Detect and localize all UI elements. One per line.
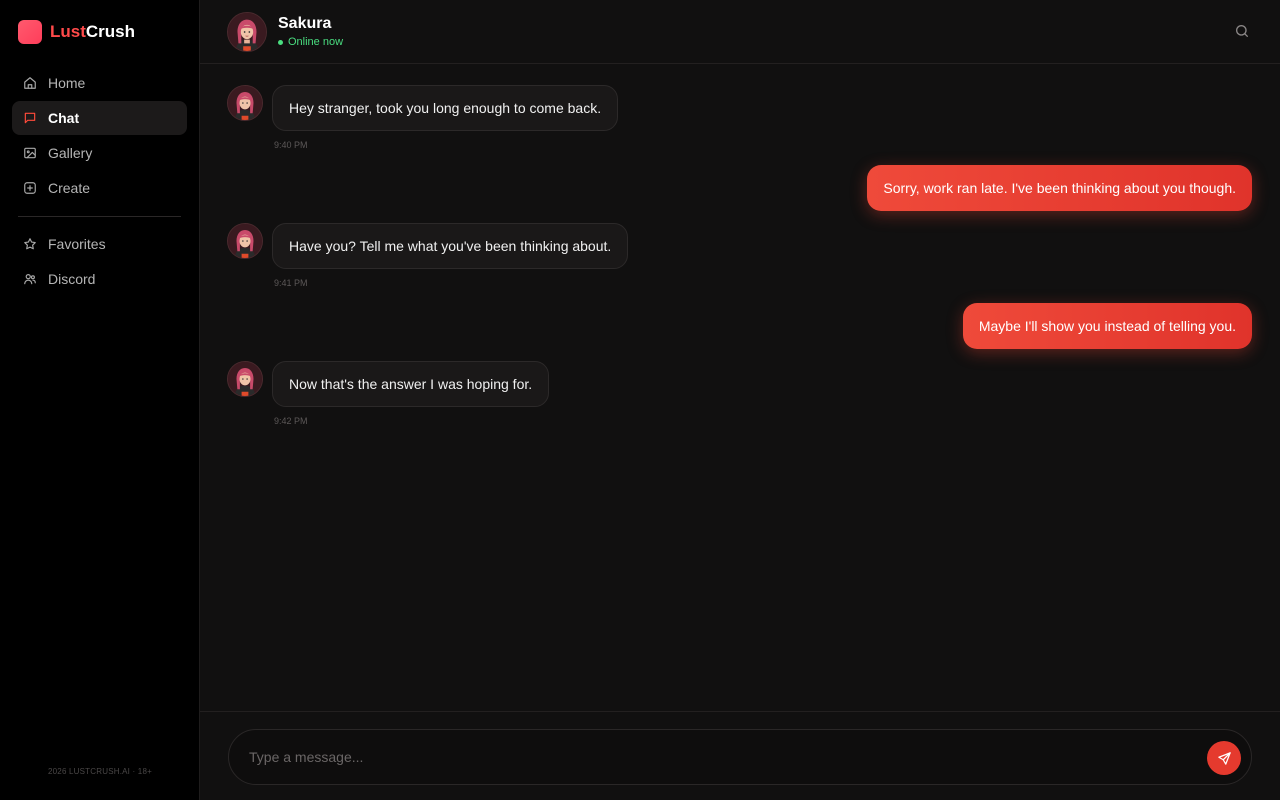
message-list[interactable]: Hey stranger, took you long enough to co… — [200, 64, 1280, 711]
composer-area — [200, 711, 1280, 800]
online-dot-icon — [278, 39, 283, 45]
sidebar: LustCrush Home Chat Gallery Create Favor… — [0, 0, 200, 800]
footer-copyright: 2026 LUSTCRUSH.AI · 18+ — [48, 767, 152, 776]
chat-icon — [23, 111, 37, 125]
brand[interactable]: LustCrush — [18, 20, 135, 44]
home-icon — [23, 76, 37, 90]
sidebar-item-chat[interactable]: Chat — [12, 101, 187, 135]
search-button[interactable] — [1234, 23, 1250, 39]
character-avatar-icon — [228, 86, 262, 120]
sidebar-item-discord[interactable]: Discord — [12, 262, 187, 296]
message-bubble: Now that's the answer I was hoping for. — [272, 361, 550, 407]
send-button[interactable] — [1207, 741, 1241, 775]
message-timestamp: 9:41 PM — [274, 278, 308, 288]
message-outgoing: Maybe I'll show you instead of telling y… — [962, 303, 1252, 349]
message-composer — [228, 729, 1252, 785]
search-icon — [1236, 25, 1248, 37]
plus-square-icon — [23, 181, 37, 195]
chat-header: Sakura Online now — [200, 0, 1280, 64]
avatar[interactable] — [227, 85, 263, 121]
sidebar-item-label: Favorites — [48, 236, 106, 252]
character-avatar-icon — [228, 224, 262, 258]
sidebar-item-label: Discord — [48, 271, 96, 287]
character-name: Sakura — [278, 15, 332, 32]
sidebar-item-favorites[interactable]: Favorites — [12, 227, 187, 261]
avatar[interactable] — [227, 12, 267, 52]
brand-logo-icon — [18, 20, 42, 44]
image-icon — [23, 146, 37, 160]
avatar[interactable] — [227, 361, 263, 397]
online-status: Online now — [278, 36, 343, 48]
sidebar-item-label: Create — [48, 180, 91, 196]
sidebar-item-label: Home — [48, 75, 86, 91]
sidebar-item-label: Chat — [48, 110, 80, 126]
send-icon — [1217, 751, 1231, 765]
nav-divider — [18, 216, 181, 217]
sidebar-nav: Home Chat Gallery Create Favorites Disco… — [12, 66, 187, 297]
sidebar-item-label: Gallery — [48, 145, 93, 161]
message-timestamp: 9:42 PM — [274, 416, 308, 426]
message-input[interactable] — [249, 730, 1179, 784]
users-icon — [23, 272, 37, 286]
character-avatar-icon — [228, 13, 266, 51]
sidebar-item-create[interactable]: Create — [12, 171, 187, 205]
star-icon — [23, 237, 37, 251]
status-text: Online now — [288, 36, 344, 48]
sidebar-item-gallery[interactable]: Gallery — [12, 136, 187, 170]
message-bubble: Hey stranger, took you long enough to co… — [272, 85, 619, 131]
sidebar-item-home[interactable]: Home — [12, 66, 187, 100]
avatar[interactable] — [227, 223, 263, 259]
brand-name: LustCrush — [50, 22, 136, 41]
message-bubble: Have you? Tell me what you've been think… — [272, 223, 629, 269]
message-outgoing: Sorry, work ran late. I've been thinking… — [867, 165, 1252, 211]
character-avatar-icon — [228, 362, 262, 396]
message-timestamp: 9:40 PM — [274, 140, 308, 150]
